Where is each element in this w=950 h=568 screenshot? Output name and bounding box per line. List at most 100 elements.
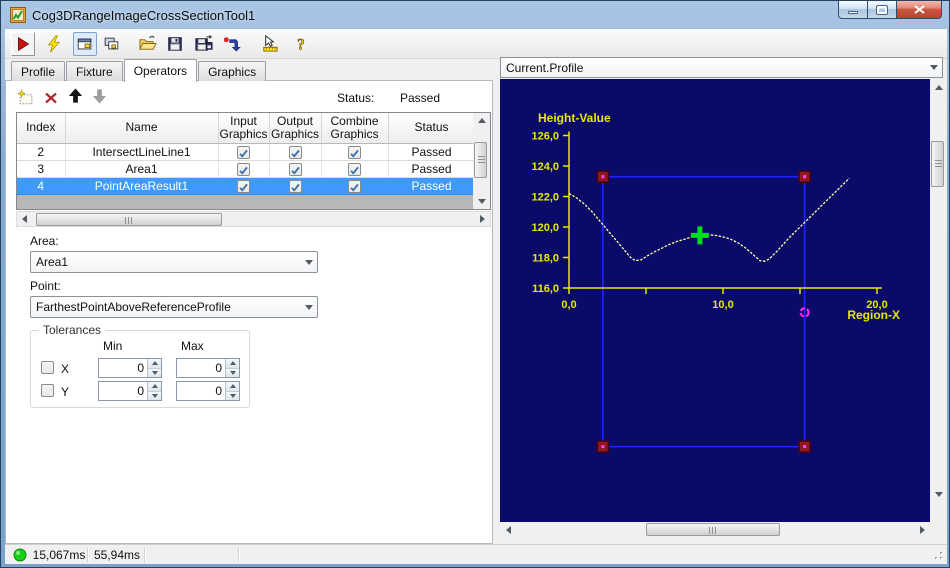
cell-combine-graphics[interactable] xyxy=(321,177,389,195)
table-row[interactable]: 3 Area1 Passed xyxy=(17,160,476,178)
profile-selector-combo[interactable]: Current.Profile xyxy=(500,57,943,78)
chevron-down-icon[interactable] xyxy=(300,297,317,317)
table-row[interactable]: 2 IntersectLineLine1 Passed xyxy=(17,143,476,161)
graphics-checkbox[interactable] xyxy=(288,162,302,176)
graphics-checkbox[interactable] xyxy=(348,145,361,159)
cell-input-graphics[interactable] xyxy=(218,160,270,178)
spin-down-button[interactable] xyxy=(148,391,161,400)
tolerance-x-max-input[interactable] xyxy=(177,359,225,377)
scrollbar-thumb[interactable] xyxy=(36,213,222,226)
cell-status[interactable]: Passed xyxy=(388,177,476,195)
farthest-point-marker[interactable] xyxy=(690,226,709,245)
scroll-up-button[interactable] xyxy=(930,79,947,95)
move-up-icon xyxy=(68,88,82,103)
cell-status[interactable]: Passed xyxy=(388,143,476,161)
move-up-button[interactable] xyxy=(65,86,85,106)
total-time-value: 55,94ms xyxy=(93,548,141,562)
cell-input-graphics[interactable] xyxy=(218,177,270,195)
column-header-output[interactable]: Output Graphics xyxy=(269,113,322,144)
cell-name[interactable]: IntersectLineLine1 xyxy=(65,143,219,161)
scroll-right-button[interactable] xyxy=(914,522,930,538)
tolerances-legend: Tolerances xyxy=(39,323,106,337)
graphics-checkbox[interactable] xyxy=(348,179,361,193)
help-button[interactable]: ? xyxy=(289,32,313,56)
cell-name[interactable]: PointAreaResult1 xyxy=(65,177,219,195)
spin-down-button[interactable] xyxy=(148,368,161,377)
maximize-button[interactable] xyxy=(868,1,896,19)
cascade-windows-button[interactable] xyxy=(99,32,123,56)
column-header-status[interactable]: Status xyxy=(388,113,476,144)
scrollbar-thumb[interactable] xyxy=(931,141,944,187)
run-button[interactable] xyxy=(11,31,35,56)
delete-operator-button[interactable] xyxy=(41,88,61,108)
tolerance-x-checkbox[interactable] xyxy=(41,361,54,374)
cell-status[interactable]: Passed xyxy=(388,160,476,178)
reset-button[interactable] xyxy=(219,32,243,56)
scroll-left-button[interactable] xyxy=(17,212,32,226)
column-header-name[interactable]: Name xyxy=(65,113,219,144)
cell-index[interactable]: 2 xyxy=(17,143,66,161)
scroll-down-button[interactable] xyxy=(930,486,947,502)
scroll-left-button[interactable] xyxy=(500,522,516,538)
show-image-window-button[interactable] xyxy=(73,31,97,56)
move-down-button[interactable] xyxy=(89,86,109,106)
tab-profile[interactable]: Profile xyxy=(11,61,66,81)
graphics-checkbox[interactable] xyxy=(237,179,250,193)
tolerance-x-min-input[interactable] xyxy=(99,359,147,377)
table-vertical-scrollbar[interactable] xyxy=(473,113,490,209)
column-header-input[interactable]: Input Graphics xyxy=(218,113,270,144)
cell-index[interactable]: 3 xyxy=(17,160,66,178)
cell-output-graphics[interactable] xyxy=(269,143,322,161)
spin-down-button[interactable] xyxy=(226,368,239,377)
scroll-down-button[interactable] xyxy=(473,194,490,209)
cell-output-graphics[interactable] xyxy=(269,160,322,178)
graphics-checkbox[interactable] xyxy=(288,145,302,159)
title-bar[interactable]: Cog3DRangeImageCrossSectionTool1 xyxy=(1,1,949,29)
scroll-up-button[interactable] xyxy=(473,113,490,128)
spin-up-button[interactable] xyxy=(226,359,239,369)
tolerance-y-min-input[interactable] xyxy=(99,382,147,400)
cell-input-graphics[interactable] xyxy=(218,143,270,161)
save-button[interactable] xyxy=(163,32,187,56)
cell-combine-graphics[interactable] xyxy=(321,160,389,178)
cell-combine-graphics[interactable] xyxy=(321,143,389,161)
spin-up-button[interactable] xyxy=(226,382,239,392)
chevron-down-icon[interactable] xyxy=(925,58,942,77)
area-combo[interactable]: Area1 xyxy=(30,251,318,273)
tolerance-y-max-input[interactable] xyxy=(177,382,225,400)
chevron-down-icon[interactable] xyxy=(300,252,317,272)
point-combo[interactable]: FarthestPointAboveReferenceProfile xyxy=(30,296,318,318)
cell-name[interactable]: Area1 xyxy=(65,160,219,178)
open-file-button[interactable] xyxy=(135,32,159,56)
scroll-right-button[interactable] xyxy=(475,212,490,226)
graphics-checkbox[interactable] xyxy=(237,145,250,159)
cell-index[interactable]: 4 xyxy=(17,177,66,195)
cell-output-graphics[interactable] xyxy=(269,177,322,195)
table-row[interactable]: 4 PointAreaResult1 Passed xyxy=(17,177,476,195)
close-button[interactable] xyxy=(896,1,942,19)
measure-tool-button[interactable] xyxy=(257,32,281,56)
spin-down-button[interactable] xyxy=(226,391,239,400)
column-header-index[interactable]: Index xyxy=(17,113,66,144)
resize-grip[interactable] xyxy=(931,548,944,561)
table-horizontal-scrollbar[interactable] xyxy=(16,211,491,227)
spin-up-button[interactable] xyxy=(148,382,161,392)
graphics-checkbox[interactable] xyxy=(348,162,361,176)
minimize-button[interactable] xyxy=(838,1,868,19)
tolerance-y-checkbox[interactable] xyxy=(41,384,54,397)
scrollbar-thumb[interactable] xyxy=(474,142,487,178)
region-rectangle[interactable] xyxy=(602,175,806,448)
tab-graphics[interactable]: Graphics xyxy=(198,61,267,81)
tab-operators[interactable]: Operators xyxy=(123,59,198,82)
chart-horizontal-scrollbar[interactable] xyxy=(500,522,930,538)
spin-up-button[interactable] xyxy=(148,359,161,369)
chart-vertical-scrollbar[interactable] xyxy=(930,79,947,522)
new-operator-button[interactable] xyxy=(16,88,36,108)
graphics-checkbox[interactable] xyxy=(288,179,302,193)
scrollbar-thumb[interactable] xyxy=(646,523,780,536)
column-header-combine[interactable]: Combine Graphics xyxy=(321,113,389,144)
graphics-checkbox[interactable] xyxy=(237,162,250,176)
tab-fixture[interactable]: Fixture xyxy=(66,61,123,81)
electric-run-button[interactable] xyxy=(42,32,66,56)
save-as-button[interactable] xyxy=(191,32,215,56)
